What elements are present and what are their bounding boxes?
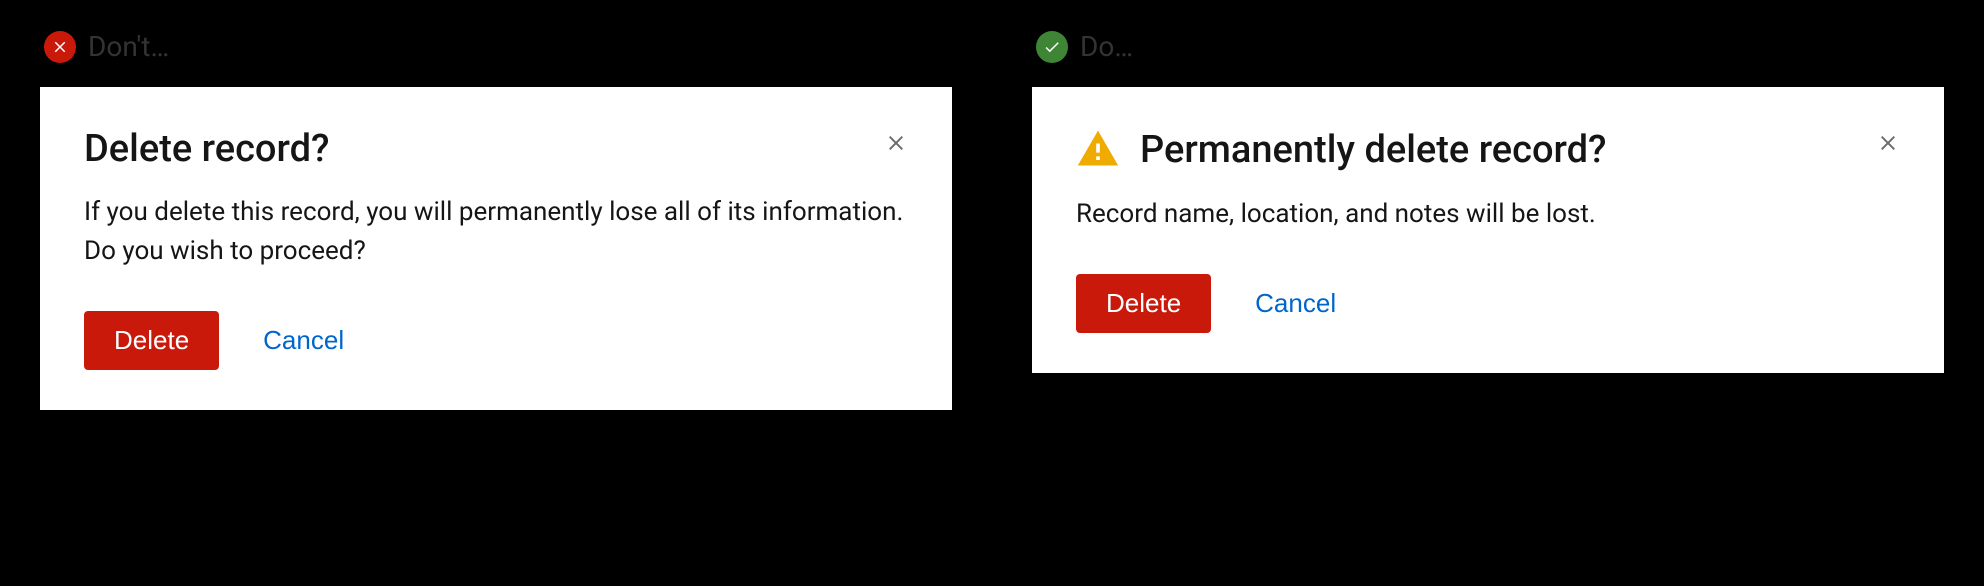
do-dialog-footer: Delete Cancel — [1076, 274, 1900, 333]
warning-triangle-icon — [1076, 127, 1120, 175]
do-dialog: Permanently delete record? Record name, … — [1032, 87, 1944, 373]
dont-dialog-title: Delete record? — [84, 127, 329, 173]
check-circle-icon — [1036, 31, 1068, 63]
do-dialog-body: Record name, location, and notes will be… — [1076, 195, 1900, 234]
dont-dialog-body: If you delete this record, you will perm… — [84, 193, 908, 271]
close-icon — [1876, 131, 1900, 158]
delete-button[interactable]: Delete — [1076, 274, 1211, 333]
close-button[interactable] — [1872, 127, 1904, 162]
dont-header: Don't… — [40, 30, 952, 63]
cancel-button[interactable]: Cancel — [263, 325, 344, 356]
do-label: Do… — [1080, 30, 1133, 63]
dont-example: Don't… Delete record? If you delete this… — [40, 30, 952, 556]
delete-button[interactable]: Delete — [84, 311, 219, 370]
do-dialog-header: Permanently delete record? — [1076, 127, 1900, 175]
x-circle-icon — [44, 31, 76, 63]
close-button[interactable] — [880, 127, 912, 162]
do-example: Do… Permanently delete record? Record na… — [1032, 30, 1944, 556]
close-icon — [884, 131, 908, 158]
do-header: Do… — [1032, 30, 1944, 63]
cancel-button[interactable]: Cancel — [1255, 288, 1336, 319]
dont-label: Don't… — [88, 30, 169, 63]
dont-dialog-header: Delete record? — [84, 127, 908, 173]
dont-dialog: Delete record? If you delete this record… — [40, 87, 952, 410]
do-dialog-title: Permanently delete record? — [1140, 128, 1607, 174]
dont-dialog-footer: Delete Cancel — [84, 311, 908, 370]
